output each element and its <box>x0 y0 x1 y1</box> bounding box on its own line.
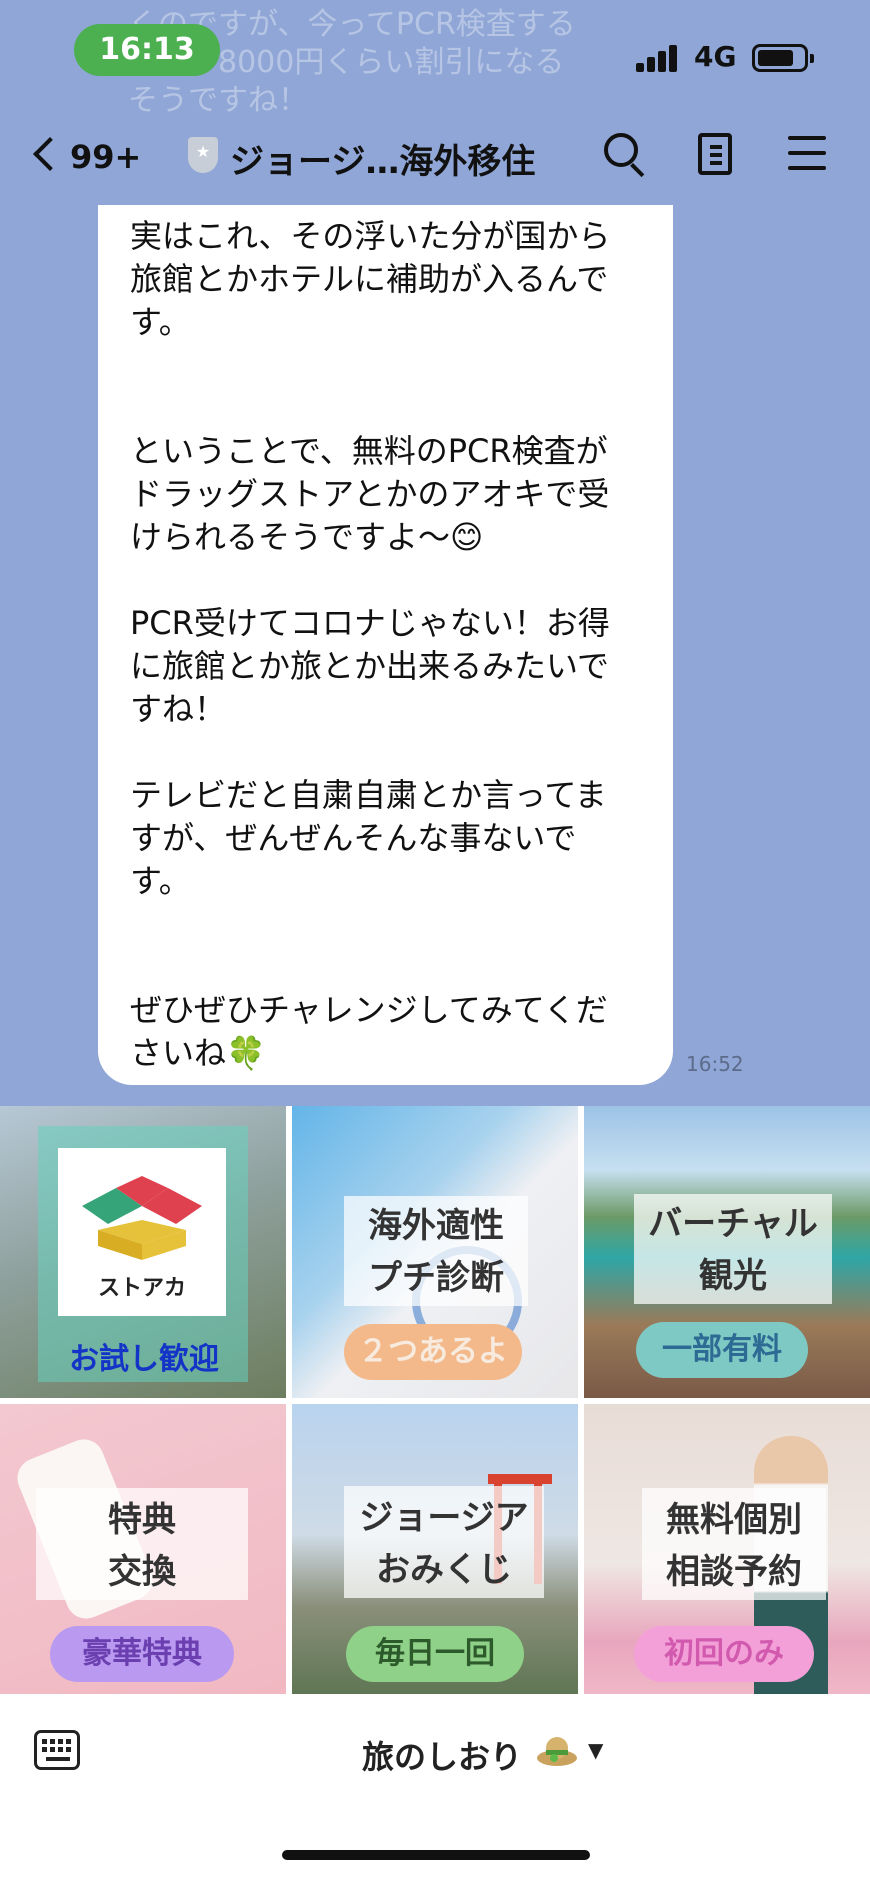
message-line: す。 <box>130 303 191 341</box>
tile-caption: 無料個別 相談予約 <box>642 1488 826 1600</box>
message-line: テレビだと自粛自粛とか言ってま <box>130 776 607 814</box>
message-line <box>130 559 645 602</box>
caption-line: おみくじ <box>376 1550 512 1590</box>
tile-caption: 特典 交換 <box>36 1488 248 1600</box>
caption-line: プチ診断 <box>368 1258 504 1298</box>
message-line: ということで、無料のPCR検査が <box>130 432 608 470</box>
caption-line: ジョージア <box>359 1498 529 1538</box>
battery-icon <box>752 44 814 72</box>
caption-line: 交換 <box>108 1552 176 1592</box>
storeka-logo: ストアカ <box>58 1148 226 1316</box>
status-bar: くのですが、今ってPCR検査する と何か8000円くらい割引になる そうですね！… <box>0 0 870 118</box>
caption-line: バーチャル <box>648 1204 818 1244</box>
message-line: すね！ <box>130 690 227 728</box>
message-line: ドラッグストアとかのアオキで受 <box>130 475 610 513</box>
badge-first-time-only: 初回のみ <box>634 1626 814 1682</box>
message-line <box>130 731 645 774</box>
search-button[interactable] <box>600 130 650 180</box>
message-line <box>130 946 645 989</box>
badge-once-a-day: 毎日一回 <box>346 1626 524 1682</box>
storeka-logo-text: ストアカ <box>97 1276 186 1301</box>
rich-menu: ストアカ お試し歓迎 海外適性 プチ診断 ２つあるよ バーチャル 観光 一部有料… <box>0 1106 870 1694</box>
message-line: に旅館とか旅とか出来るみたいで <box>130 647 610 685</box>
tile-caption: ジョージア おみくじ <box>344 1486 544 1598</box>
caption-line: 無料個別 <box>666 1500 802 1540</box>
shield-star-icon: ★ <box>188 137 218 173</box>
message-line: すが、ぜんぜんそんな事ないで <box>130 819 577 857</box>
preview-line: そうですね！ <box>128 83 308 118</box>
menu-button[interactable] <box>784 130 834 180</box>
signal-icon <box>636 44 680 72</box>
bottom-bar: 旅のしおり ▼ <box>0 1694 870 1883</box>
message-line <box>130 903 645 946</box>
rich-menu-tile-omikuji[interactable]: ジョージア おみくじ 毎日一回 <box>292 1404 578 1694</box>
message-text: 実はこれ、その浮いた分が国から 旅館とかホテルに補助が入るんで す。ということで、無… <box>130 215 645 1075</box>
notes-icon <box>698 133 732 175</box>
tile-caption: 海外適性 プチ診断 <box>344 1196 528 1306</box>
message-line <box>130 387 645 430</box>
chevron-left-icon <box>33 137 67 171</box>
message-line: PCR受けてコロナじゃない！お得 <box>130 604 610 642</box>
chat-title[interactable]: ジョージ…海外移住 <box>230 134 535 183</box>
caret-down-icon[interactable]: ▼ <box>588 1738 603 1762</box>
rich-menu-tile-benefit-exchange[interactable]: 特典 交換 豪華特典 <box>0 1404 286 1694</box>
home-indicator[interactable] <box>282 1850 590 1860</box>
back-button[interactable]: 99+ <box>28 128 158 182</box>
badge-two-types: ２つあるよ <box>344 1324 522 1380</box>
caption-line: 特典 <box>108 1500 176 1540</box>
caption-line: 相談予約 <box>666 1552 802 1592</box>
rich-menu-tile-virtual-tour[interactable]: バーチャル 観光 一部有料 <box>584 1106 870 1398</box>
rich-menu-title[interactable]: 旅のしおり <box>362 1732 522 1778</box>
message-line: 実はこれ、その浮いた分が国から <box>130 217 611 255</box>
keyboard-icon[interactable] <box>34 1730 80 1770</box>
tile-caption: バーチャル 観光 <box>634 1194 832 1304</box>
network-label: 4G <box>694 40 737 73</box>
search-icon <box>604 133 638 167</box>
hat-icon <box>536 1728 578 1770</box>
caption-line: 観光 <box>699 1256 767 1296</box>
unread-count: 99+ <box>70 138 142 176</box>
rich-menu-tile-storeka[interactable]: ストアカ お試し歓迎 <box>0 1106 286 1398</box>
message-bubble[interactable]: 実はこれ、その浮いた分が国から 旅館とかホテルに補助が入るんで す。ということで、無… <box>98 205 673 1085</box>
badge-try-welcome: お試し歓迎 <box>69 1342 219 1377</box>
status-time[interactable]: 16:13 <box>74 24 220 76</box>
rich-menu-tile-consultation[interactable]: 無料個別 相談予約 初回のみ <box>584 1404 870 1694</box>
notes-button[interactable] <box>690 130 740 180</box>
message-line: 旅館とかホテルに補助が入るんで <box>130 260 609 298</box>
message-line <box>130 344 645 387</box>
message-line: す。 <box>130 862 191 900</box>
badge-partly-paid: 一部有料 <box>636 1322 808 1378</box>
message-line: さいね🍀 <box>130 1034 266 1072</box>
caption-line: 海外適性 <box>368 1206 504 1246</box>
message-timestamp: 16:52 <box>686 1052 744 1076</box>
chat-header: 99+ ★ ジョージ…海外移住 <box>0 120 870 190</box>
badge-deluxe: 豪華特典 <box>50 1626 234 1682</box>
message-line: ぜひぜひチャレンジしてみてくだ <box>130 991 608 1029</box>
rich-menu-tile-aptitude[interactable]: 海外適性 プチ診断 ２つあるよ <box>292 1106 578 1398</box>
message-line: けられるそうですよ〜😊 <box>130 518 484 556</box>
